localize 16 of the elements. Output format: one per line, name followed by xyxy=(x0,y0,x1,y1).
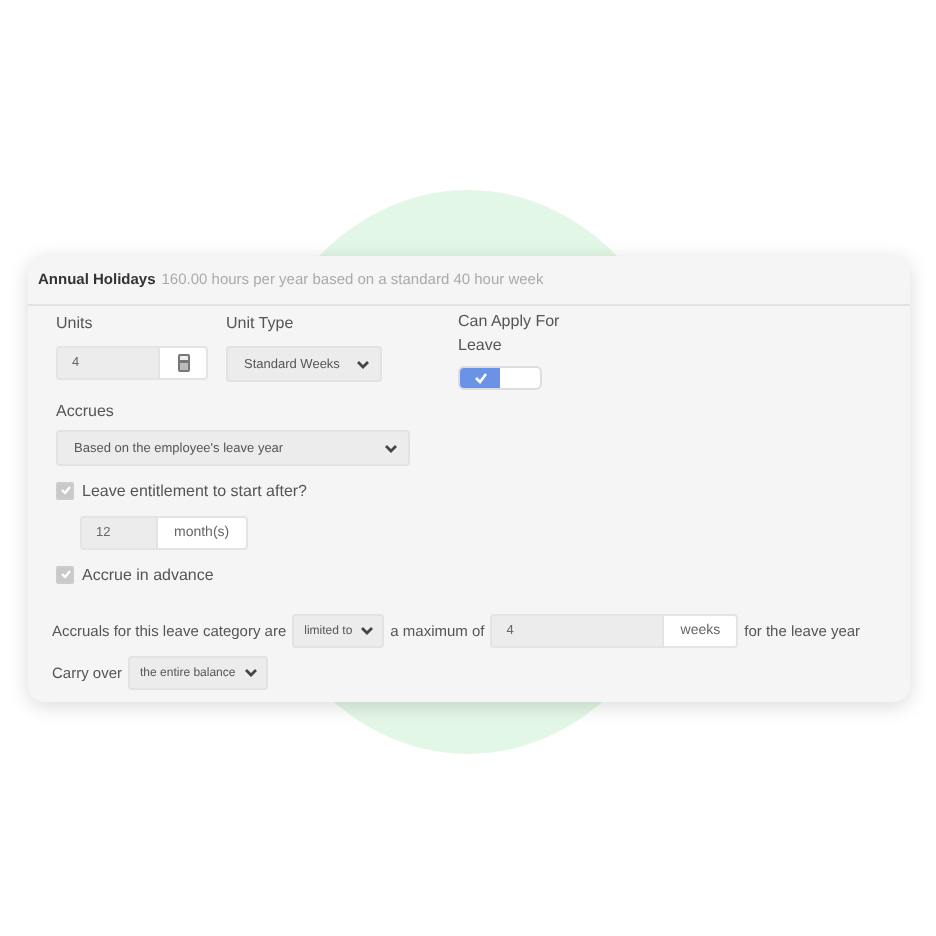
field-label: Units xyxy=(56,314,95,334)
calculator-button[interactable] xyxy=(158,346,208,380)
field-label: Can Apply For Leave xyxy=(458,310,562,358)
caret-icon xyxy=(360,626,375,636)
caret-icon xyxy=(243,668,258,678)
check-icon xyxy=(473,372,487,384)
caret-icon xyxy=(356,359,370,369)
checkbox-label: Accrue in advance xyxy=(82,565,214,583)
calculator-icon xyxy=(177,354,189,372)
toggle-switch[interactable] xyxy=(458,366,542,390)
checkbox-label: Leave entitlement to start after? xyxy=(82,481,308,499)
field-label: Accrues xyxy=(56,402,116,422)
checkbox[interactable] xyxy=(56,565,74,583)
checkbox[interactable] xyxy=(56,481,74,499)
field-label: Unit Type xyxy=(226,314,296,334)
caret-icon xyxy=(384,443,398,453)
